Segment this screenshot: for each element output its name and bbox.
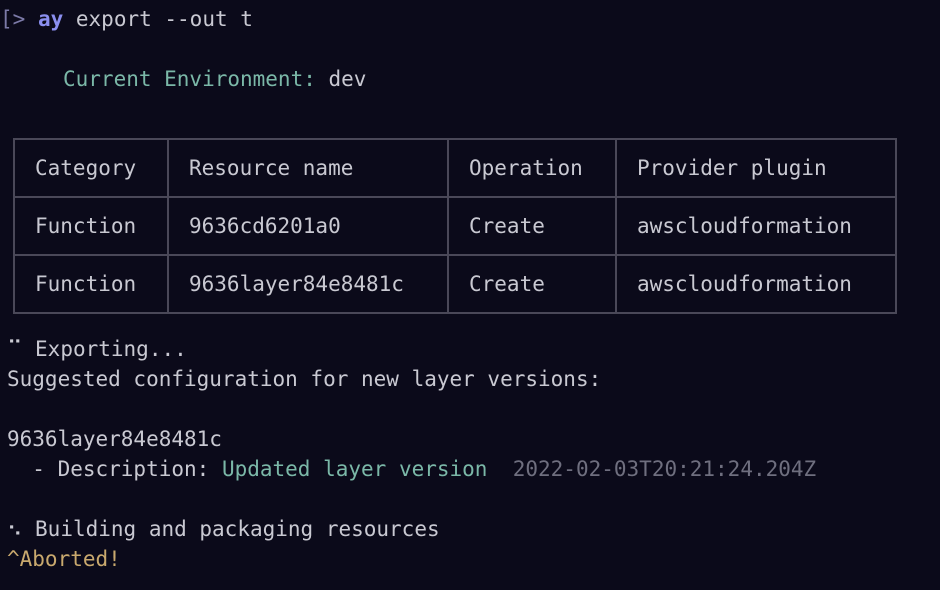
description-prefix: - Description: <box>7 457 222 481</box>
cell-resource-name: 9636layer84e8481c <box>167 254 449 314</box>
header-operation: Operation <box>447 138 617 198</box>
cell-category: Function <box>13 254 169 314</box>
description-timestamp: 2022-02-03T20:21:24.204Z <box>487 457 817 481</box>
environment-label: Current Environment: <box>63 67 316 91</box>
command-name: ay <box>37 7 64 31</box>
building-line: ⠢ Building and packaging resources <box>7 514 440 544</box>
prompt-symbol: [> <box>0 7 26 31</box>
aborted-line: ^Aborted! <box>7 547 121 571</box>
environment-line: Current Environment: dev <box>63 64 366 94</box>
cell-operation: Create <box>447 254 617 314</box>
building-text: Building and packaging resources <box>22 517 440 541</box>
layer-name-line: 9636layer84e8481c <box>7 427 222 451</box>
description-value: Updated layer version <box>221 457 488 481</box>
exporting-text: Exporting... <box>22 337 187 361</box>
header-provider-plugin: Provider plugin <box>615 138 897 198</box>
header-category: Category <box>13 138 169 198</box>
header-resource-name: Resource name <box>167 138 449 198</box>
command-args: export --out t <box>63 7 253 31</box>
environment-value: dev <box>315 67 367 91</box>
spinner-icon: ⠉ <box>7 337 23 361</box>
table-row: Function 9636layer84e8481c Create awsclo… <box>13 254 897 314</box>
cell-operation: Create <box>447 196 617 256</box>
table-row: Function 9636cd6201a0 Create awscloudfor… <box>13 196 897 256</box>
cell-category: Function <box>13 196 169 256</box>
command-line: [> ay export --out t <box>0 4 253 34</box>
spinner-icon: ⠢ <box>7 517 23 541</box>
suggested-config-line: Suggested configuration for new layer ve… <box>7 367 602 391</box>
cell-resource-name: 9636cd6201a0 <box>167 196 449 256</box>
cell-provider-plugin: awscloudformation <box>615 254 897 314</box>
table-header-row: Category Resource name Operation Provide… <box>13 138 897 198</box>
description-line: - Description: Updated layer version 202… <box>7 454 816 484</box>
cell-provider-plugin: awscloudformation <box>615 196 897 256</box>
resource-table: Category Resource name Operation Provide… <box>13 138 897 314</box>
exporting-line: ⠉ Exporting... <box>7 334 187 364</box>
